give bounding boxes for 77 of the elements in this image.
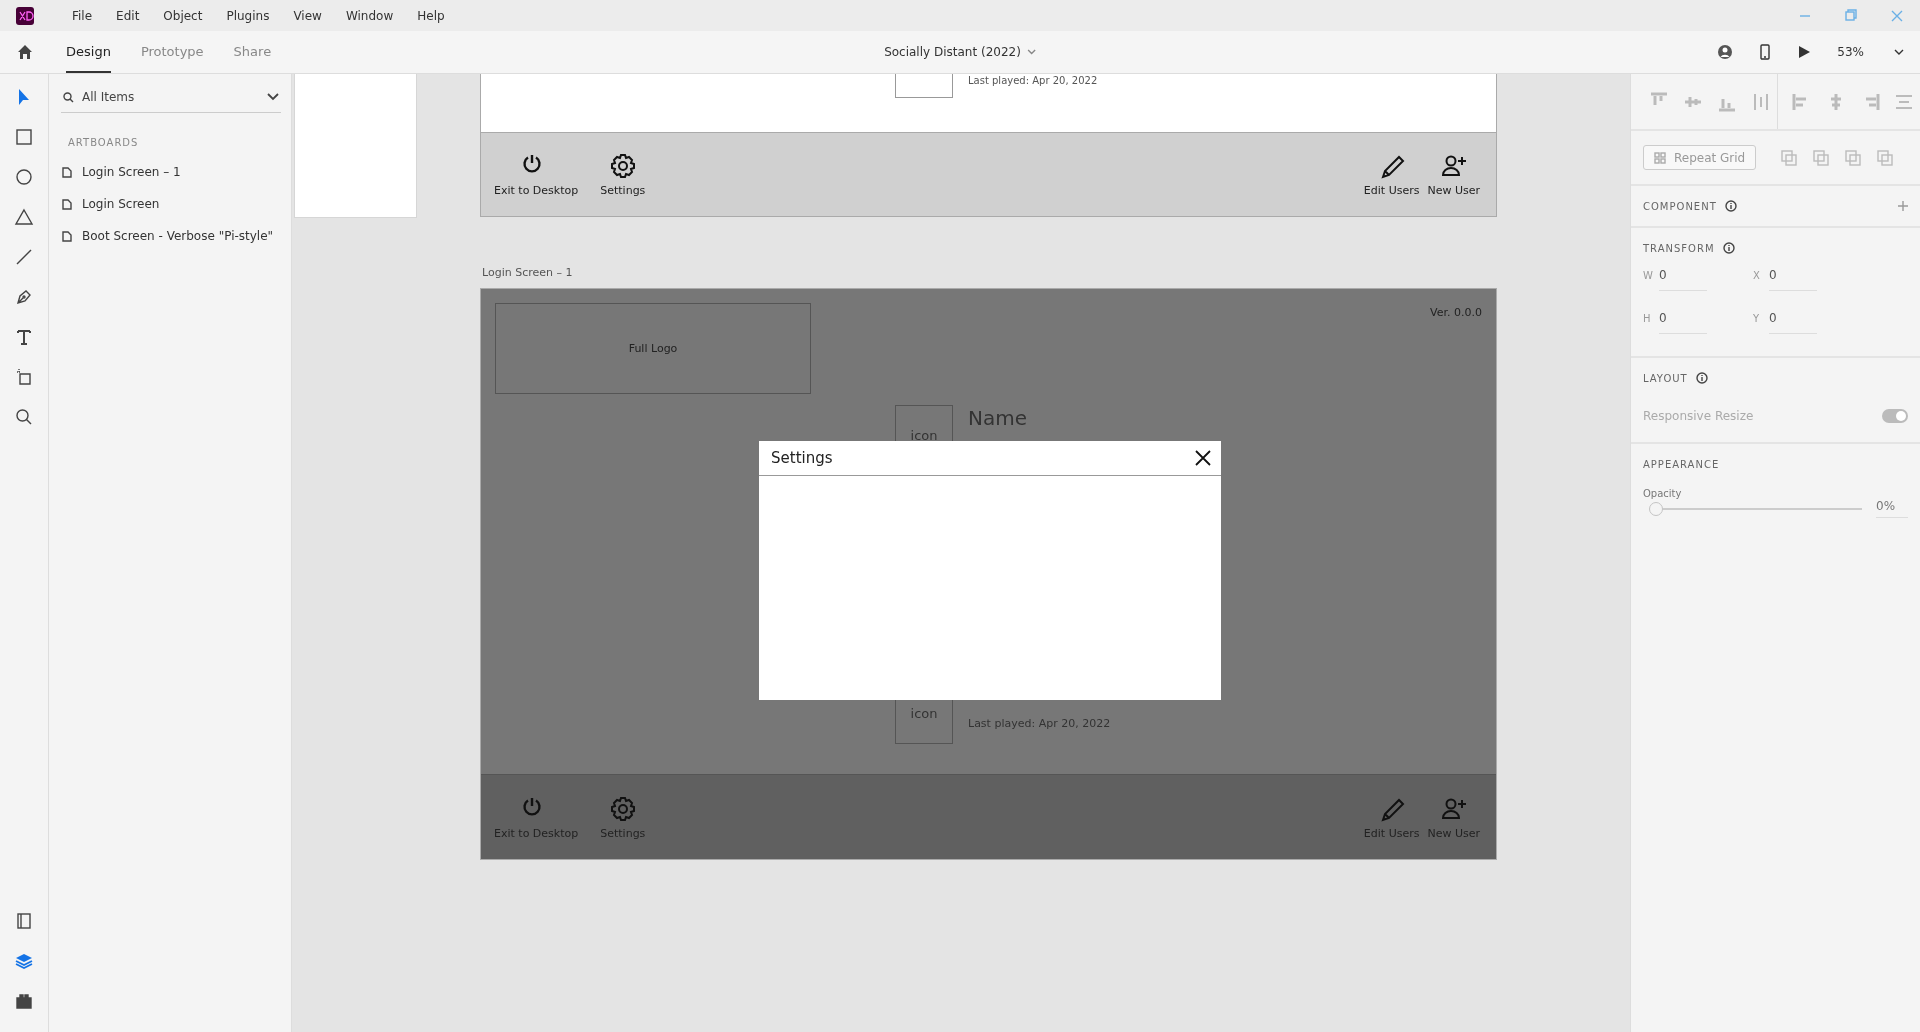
filter-dropdown[interactable]: All Items [61, 86, 281, 113]
version-text: Ver. 0.0.0 [1430, 306, 1482, 319]
menu-item[interactable]: Edit [104, 8, 152, 23]
number-field[interactable]: 0 [1659, 311, 1707, 334]
line-icon[interactable] [14, 247, 34, 267]
layer-item[interactable]: Login Screen [61, 188, 166, 220]
mobile-device-icon[interactable] [1759, 44, 1772, 60]
app-logo-icon [16, 6, 34, 25]
ellipse-icon[interactable] [14, 167, 34, 187]
artboard-page-icon [62, 230, 72, 242]
number-field[interactable]: 0 [1769, 268, 1817, 291]
layer-item[interactable]: Login Screen – 1 [61, 156, 187, 188]
menu-item[interactable]: View [281, 8, 334, 23]
opacity-slider[interactable] [1649, 501, 1862, 516]
field-label: X [1753, 270, 1761, 281]
artboard-page-icon [62, 166, 72, 178]
last-played-text: Last played: Apr 20, 2022 [968, 75, 1098, 86]
toolbar-button[interactable]: Settings [600, 151, 646, 197]
zoom-level: 53% [1837, 45, 1864, 59]
info-icon[interactable] [1724, 200, 1737, 212]
placeholder-label: Full Logo [628, 342, 678, 355]
section-heading: APPEARANCE [1643, 457, 1721, 472]
section-heading: LAYOUT [1643, 372, 1688, 384]
field-label: W [1643, 270, 1653, 281]
plus-icon[interactable] [1898, 201, 1908, 211]
document-title-text: Socially Distant (2022) [884, 45, 1021, 59]
search-icon[interactable] [14, 407, 34, 427]
user-name: Name [968, 406, 1027, 430]
text-icon[interactable] [14, 327, 34, 347]
section-heading: ARTBOARDS [68, 137, 140, 148]
toolbar-button[interactable]: New User [1427, 151, 1480, 197]
section-heading: TRANSFORM [1643, 242, 1715, 254]
menu-item[interactable]: File [60, 8, 105, 23]
toolbar-button[interactable]: Edit Users [1363, 151, 1420, 197]
home-icon[interactable] [16, 44, 33, 60]
placeholder-label: icon [910, 428, 938, 443]
number-field[interactable]: 0 [1769, 311, 1817, 334]
search-icon [63, 91, 74, 103]
field-label: H [1643, 313, 1652, 324]
caret-icon[interactable] [1894, 49, 1904, 55]
layers-icon[interactable] [14, 951, 34, 971]
last-played-text: Last played: Apr 20, 2022 [968, 717, 1111, 730]
gear-icon [608, 794, 637, 823]
close-icon[interactable] [1195, 450, 1211, 466]
setting-label: Responsive Resize [1643, 409, 1754, 423]
caret-icon [267, 93, 279, 101]
section-heading: COMPONENT [1643, 200, 1717, 212]
number-field[interactable]: 0 [1659, 268, 1707, 291]
user-icon[interactable] [1717, 44, 1734, 60]
dialog-title: Settings [771, 449, 833, 467]
slider-thumb[interactable] [1649, 501, 1663, 516]
menu-item[interactable]: Object [151, 8, 215, 23]
placeholder-label: icon [910, 706, 938, 721]
menu-item[interactable]: Plugins [214, 8, 282, 23]
field-label: Y [1753, 313, 1761, 324]
toggle-switch[interactable] [1882, 409, 1908, 423]
setting-label: Opacity [1643, 487, 1683, 499]
caret-icon [1026, 49, 1036, 55]
info-icon[interactable] [1722, 242, 1735, 254]
document-icon[interactable] [14, 911, 34, 931]
artboard-icon[interactable] [14, 367, 34, 387]
menu-item[interactable]: Help [405, 8, 457, 23]
gear-icon [608, 151, 637, 180]
layer-item[interactable]: Boot Screen - Verbose "Pi-style" [61, 220, 280, 252]
avatar-placeholder [895, 74, 953, 98]
grid-icon [1654, 151, 1666, 164]
document-title[interactable]: Socially Distant (2022) [878, 31, 1042, 73]
artboard-page-icon [62, 198, 72, 210]
toolbar-button[interactable]: Exit to Desktop [494, 151, 579, 197]
menu-item[interactable]: Window [333, 8, 406, 23]
info-icon[interactable] [1695, 372, 1708, 384]
artboard-title[interactable]: Login Screen – 1 [482, 266, 573, 279]
rectangle-icon[interactable] [14, 127, 34, 147]
triangle-icon[interactable] [14, 207, 34, 227]
opacity-field[interactable]: 0% [1876, 499, 1908, 518]
play-icon[interactable] [1797, 45, 1812, 59]
plugin-icon[interactable] [14, 991, 34, 1011]
